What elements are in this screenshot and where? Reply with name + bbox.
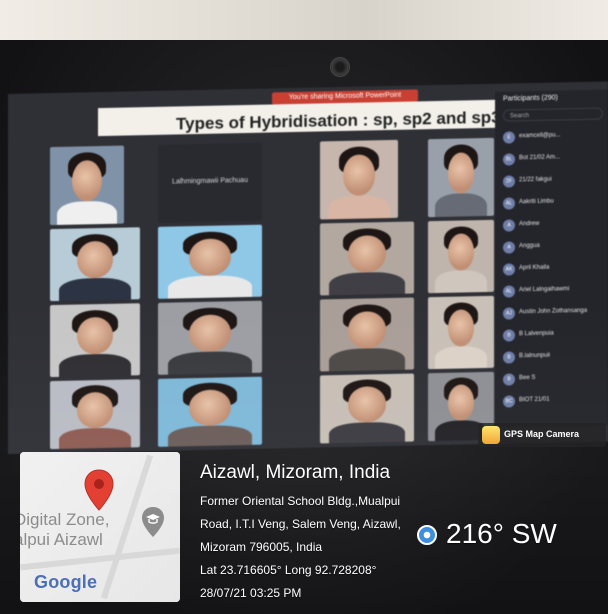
video-tile: [50, 145, 124, 226]
participant-item[interactable]: AK April Khaila: [503, 259, 608, 277]
compass-icon: [417, 525, 437, 545]
participant-name: Bot 21/02 Am...: [519, 154, 561, 162]
participant-item[interactable]: AJ Austin John Zothansanga: [503, 303, 608, 321]
avatar: B: [503, 351, 515, 364]
participant-name: Austin John Zothansanga: [519, 307, 588, 316]
avatar: AJ: [503, 307, 515, 320]
video-tile-named: Lalhmingmawii Pachuau: [158, 142, 262, 223]
map-pin-icon: [84, 469, 114, 511]
video-tile: [158, 224, 262, 299]
video-tile: [320, 373, 414, 444]
map-place-label: Digital Zone,: [20, 510, 110, 529]
address-line: Mizoram 796005, India: [200, 540, 323, 554]
participant-item[interactable]: A Andrew: [503, 215, 608, 233]
avatar: B: [503, 329, 515, 342]
participant-item[interactable]: AL Aakriti Limbu: [503, 193, 608, 211]
participant-name: Aakriti Limbu: [519, 198, 554, 206]
gps-camera-icon: [482, 426, 500, 444]
location-title: Aizawl, Mizoram, India: [200, 462, 391, 483]
participant-item[interactable]: B Bee S: [503, 369, 608, 387]
map-thumbnail: Digital Zone, alpui Aizawl Google: [20, 452, 180, 602]
participant-item[interactable]: B B Lalvenpuia: [503, 325, 608, 343]
video-tile: [50, 303, 140, 378]
address-line: Former Oriental School Bldg.,Mualpui: [200, 494, 401, 508]
avatar: BC: [503, 395, 515, 408]
avatar: A: [503, 241, 515, 254]
participant-name: BIOT 21/01: [519, 396, 550, 404]
photo: You're sharing Microsoft PowerPoint Type…: [0, 0, 608, 614]
participant-item[interactable]: E examcell@pu...: [503, 127, 608, 145]
avatar: B: [503, 373, 515, 386]
participant-item[interactable]: BC BIOT 21/01: [503, 391, 608, 409]
wall-background: [0, 0, 608, 40]
participant-name: B.lalnunpuii: [519, 352, 551, 360]
participants-panel: Participants (290) Search E examcell@pu.…: [495, 89, 608, 428]
avatar: 2F: [503, 175, 515, 188]
laptop-screen: You're sharing Microsoft PowerPoint Type…: [8, 81, 608, 454]
participant-name: B Lalvenpuia: [519, 330, 554, 338]
participant-item[interactable]: BL Bot 21/02 Am...: [503, 149, 608, 167]
participant-name: Lalhmingmawii Pachuau: [172, 177, 248, 186]
map-place-label: alpui Aizawl: [20, 530, 103, 549]
video-tile: [158, 376, 262, 447]
compass-heading: 216° SW: [446, 518, 557, 549]
avatar: AL: [503, 285, 515, 298]
participant-item[interactable]: AL Ariel Lalngaihawmi: [503, 281, 608, 299]
participant-item[interactable]: 2F 21/22 fakgui: [503, 171, 608, 189]
gps-map-camera-badge: GPS Map Camera: [478, 423, 606, 447]
video-tile: [320, 139, 398, 220]
avatar: AK: [503, 263, 515, 276]
education-place-icon: [142, 507, 164, 537]
video-tile: [320, 297, 414, 372]
participant-name: 21/22 fakgui: [519, 176, 552, 184]
video-tile: [428, 137, 494, 218]
participant-item[interactable]: B B.lalnunpuii: [503, 347, 608, 365]
video-tile: [158, 300, 262, 375]
participants-search[interactable]: Search: [503, 107, 603, 122]
datetime: 28/07/21 03:25 PM: [200, 586, 302, 600]
avatar: E: [503, 131, 515, 144]
webcam: [330, 57, 350, 77]
video-tile: [50, 227, 140, 302]
video-tile: [320, 221, 414, 296]
participant-item[interactable]: A Anggua: [503, 237, 608, 255]
participant-name: Anggua: [519, 242, 540, 250]
address-line: Road, I.T.I Veng, Salem Veng, Aizawl,: [200, 517, 401, 531]
participant-name: Andrew: [519, 220, 540, 228]
coordinates: Lat 23.716605° Long 92.728208°: [200, 563, 377, 577]
participants-title: Participants (290): [503, 94, 558, 103]
participant-name: Ariel Lalngaihawmi: [519, 286, 570, 294]
avatar: BL: [503, 153, 515, 166]
video-tile: [50, 379, 140, 450]
gps-badge-label: GPS Map Camera: [504, 429, 580, 439]
google-logo: Google: [34, 572, 98, 592]
avatar: A: [503, 219, 515, 232]
participant-name: examcell@pu...: [519, 132, 561, 140]
video-tile: [428, 295, 494, 370]
video-tile: [428, 219, 494, 294]
avatar: AL: [503, 197, 515, 210]
participant-name: April Khaila: [519, 264, 550, 272]
participant-name: Bee S: [519, 374, 536, 382]
